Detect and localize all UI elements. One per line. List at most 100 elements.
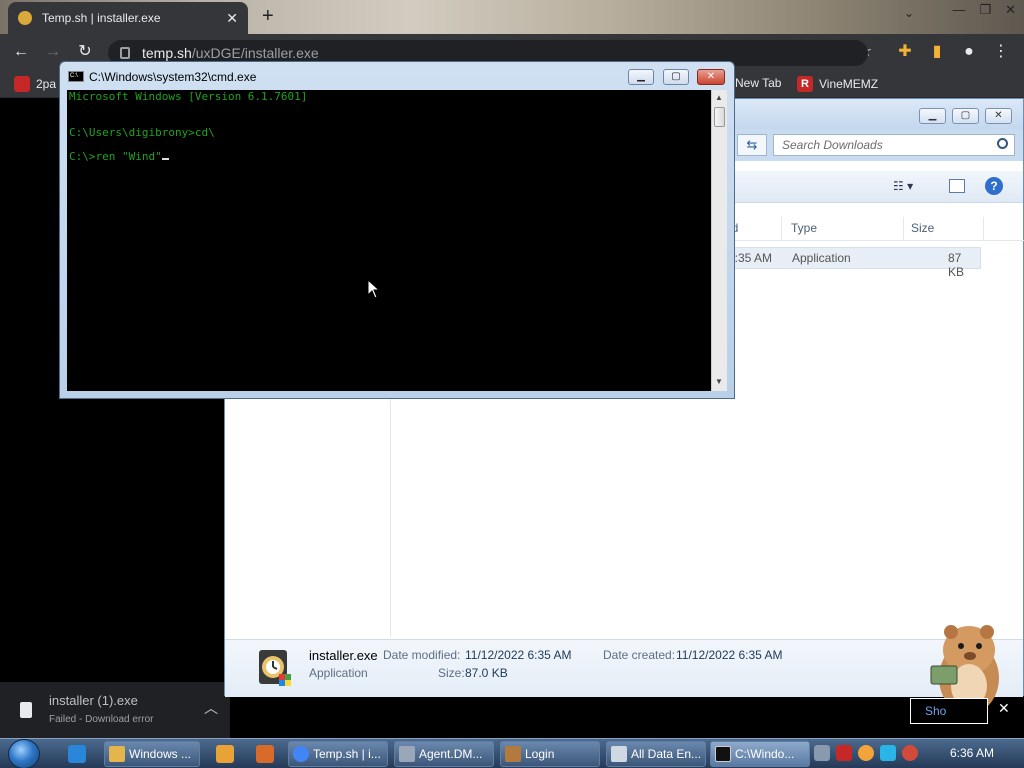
side-panel-icon[interactable]: ▮ bbox=[926, 41, 948, 63]
forward-arrow-icon[interactable]: → bbox=[42, 41, 64, 63]
chrome-icon bbox=[293, 746, 309, 762]
details-date-created-label: Date created: bbox=[603, 648, 676, 662]
task-label: Login bbox=[525, 747, 555, 761]
hamster-show-button[interactable]: Sho bbox=[910, 698, 988, 724]
vinememz-logo-icon: R bbox=[797, 76, 813, 92]
browser-window-controls: — ❐ ✕ bbox=[952, 2, 1016, 18]
cmd-close-button[interactable]: ✕ bbox=[697, 69, 725, 85]
task-label: C:\Windo... bbox=[735, 747, 795, 761]
refresh-icon[interactable]: ⇆ bbox=[737, 134, 767, 156]
tray-v-icon[interactable] bbox=[836, 745, 852, 761]
details-date-modified: 11/12/2022 6:35 AM bbox=[465, 648, 572, 662]
scroll-down-arrow-icon[interactable]: ▼ bbox=[715, 377, 723, 386]
start-button[interactable] bbox=[8, 739, 40, 768]
cmd-title: C:\Windows\system32\cmd.exe bbox=[89, 70, 257, 84]
explorer-maximize-button[interactable]: ▢ bbox=[952, 108, 979, 124]
taskbar-task-cmd[interactable]: C:\Windo... bbox=[710, 741, 810, 767]
folder-icon bbox=[109, 746, 125, 762]
bookmark-vinememz[interactable]: R VineMEMZ bbox=[797, 76, 878, 92]
task-label: Temp.sh | i... bbox=[313, 747, 381, 761]
task-label: Windows ... bbox=[129, 747, 192, 761]
taskbar-task-all-data[interactable]: All Data En... bbox=[606, 741, 706, 767]
tray-record-icon[interactable] bbox=[902, 745, 918, 761]
bookmark-2pa[interactable]: 2pa bbox=[14, 76, 56, 92]
installer-application-icon bbox=[259, 650, 291, 686]
taskbar-task-chrome[interactable]: Temp.sh | i... bbox=[288, 741, 388, 767]
column-type[interactable]: Type bbox=[791, 221, 817, 235]
browser-minimize-button[interactable]: — bbox=[952, 2, 965, 18]
explorer-minimize-button[interactable]: ▁ bbox=[919, 108, 946, 124]
row-size: 87 KB bbox=[948, 251, 965, 279]
task-label: All Data En... bbox=[631, 747, 702, 761]
column-size[interactable]: Size bbox=[911, 221, 934, 235]
cmd-window[interactable]: C:\ C:\Windows\system32\cmd.exe ▁ ▢ ✕ Mi… bbox=[59, 61, 735, 399]
browser-tab-active[interactable]: Temp.sh | installer.exe ✕ bbox=[8, 2, 248, 34]
url-host: temp.sh bbox=[142, 45, 192, 61]
taskbar-task-login[interactable]: Login bbox=[500, 741, 600, 767]
search-icon[interactable] bbox=[997, 138, 1008, 149]
download-filename: installer (1).exe bbox=[49, 693, 138, 708]
settings-app-icon[interactable] bbox=[256, 745, 274, 763]
change-view-icon[interactable]: ☷ ▾ bbox=[893, 179, 913, 193]
bookmark-label: VineMEMZ bbox=[819, 77, 879, 91]
tab-close-icon[interactable]: ✕ bbox=[226, 10, 238, 27]
internet-explorer-icon[interactable] bbox=[68, 745, 86, 763]
details-filename: installer.exe bbox=[309, 648, 378, 663]
cmd-scrollbar[interactable]: ▲ ▼ bbox=[711, 90, 727, 391]
browser-menu-icon[interactable]: ⋮ bbox=[990, 41, 1012, 63]
back-arrow-icon[interactable]: ← bbox=[10, 41, 32, 63]
windows-taskbar: Windows ... Temp.sh | i... Agent.DM... L… bbox=[0, 738, 1024, 768]
details-date-created: 11/12/2022 6:35 AM bbox=[676, 648, 783, 662]
column-separator[interactable] bbox=[903, 217, 904, 241]
taskbar-task-agent[interactable]: Agent.DM... bbox=[394, 741, 494, 767]
browser-close-button[interactable]: ✕ bbox=[1005, 2, 1016, 18]
taskbar-clock[interactable]: 6:36 AM bbox=[950, 746, 994, 760]
text-cursor bbox=[161, 158, 169, 160]
window-app-icon bbox=[399, 746, 415, 762]
row-type: Application bbox=[792, 251, 851, 265]
cmd-window-icon: C:\ bbox=[68, 71, 84, 82]
tray-monitor-icon[interactable] bbox=[880, 745, 896, 761]
lock-icon bbox=[120, 47, 130, 59]
taskbar-task-windows-explorer[interactable]: Windows ... bbox=[104, 741, 200, 767]
details-size: 87.0 KB bbox=[465, 666, 508, 680]
chevron-up-icon[interactable]: ︿ bbox=[204, 698, 218, 718]
cmd-minimize-button[interactable]: ▁ bbox=[628, 69, 654, 85]
hamster-close-icon[interactable]: ✕ bbox=[998, 700, 1010, 717]
help-icon[interactable]: ? bbox=[985, 177, 1003, 195]
browser-restore-button[interactable]: ❐ bbox=[979, 2, 991, 18]
console-input: C:\>ren "Wind" bbox=[69, 150, 162, 163]
user-login-icon bbox=[505, 746, 521, 762]
new-tab-button[interactable]: + bbox=[262, 6, 274, 26]
tray-search-icon[interactable] bbox=[858, 745, 874, 761]
scroll-up-arrow-icon[interactable]: ▲ bbox=[715, 93, 723, 102]
details-size-label: Size: bbox=[438, 666, 465, 680]
tab-search-chevron-icon[interactable]: ⌄ bbox=[904, 6, 914, 20]
reload-icon[interactable]: ↻ bbox=[74, 41, 96, 63]
download-shelf-item[interactable]: installer (1).exe Failed - Download erro… bbox=[0, 682, 230, 738]
cmd-icon bbox=[715, 746, 731, 762]
search-downloads-input[interactable]: Search Downloads bbox=[773, 134, 1015, 156]
details-date-modified-label: Date modified: bbox=[383, 648, 461, 662]
column-separator[interactable] bbox=[781, 217, 782, 241]
console-line: Microsoft Windows [Version 6.1.7601] bbox=[69, 90, 308, 103]
bookmark-folder-icon bbox=[14, 76, 30, 92]
preview-pane-icon[interactable] bbox=[949, 179, 965, 193]
explorer-close-button[interactable]: ✕ bbox=[985, 108, 1012, 124]
scrollbar-thumb[interactable] bbox=[714, 107, 725, 127]
explorer-details-pane: installer.exe Application Date modified:… bbox=[225, 639, 1023, 697]
bookmark-new-tab[interactable]: New Tab bbox=[735, 76, 781, 90]
bookmark-label: New Tab bbox=[735, 76, 782, 90]
profile-avatar-icon[interactable]: ● bbox=[958, 41, 980, 63]
search-placeholder: Search Downloads bbox=[782, 138, 883, 152]
cmd-console[interactable]: Microsoft Windows [Version 6.1.7601] C:\… bbox=[67, 90, 711, 391]
column-separator[interactable] bbox=[983, 217, 984, 241]
media-player-icon[interactable] bbox=[216, 745, 234, 763]
extensions-puzzle-icon[interactable]: ✚ bbox=[894, 41, 916, 63]
console-line: C:\Users\digibrony>cd\ bbox=[69, 126, 215, 139]
cmd-maximize-button[interactable]: ▢ bbox=[663, 69, 689, 85]
cmd-titlebar[interactable]: C:\ C:\Windows\system32\cmd.exe ▁ ▢ ✕ bbox=[60, 62, 734, 90]
mouse-pointer-icon bbox=[367, 279, 381, 299]
url-path: /uxDGE/installer.exe bbox=[191, 45, 319, 61]
tray-app-icon[interactable] bbox=[814, 745, 830, 761]
